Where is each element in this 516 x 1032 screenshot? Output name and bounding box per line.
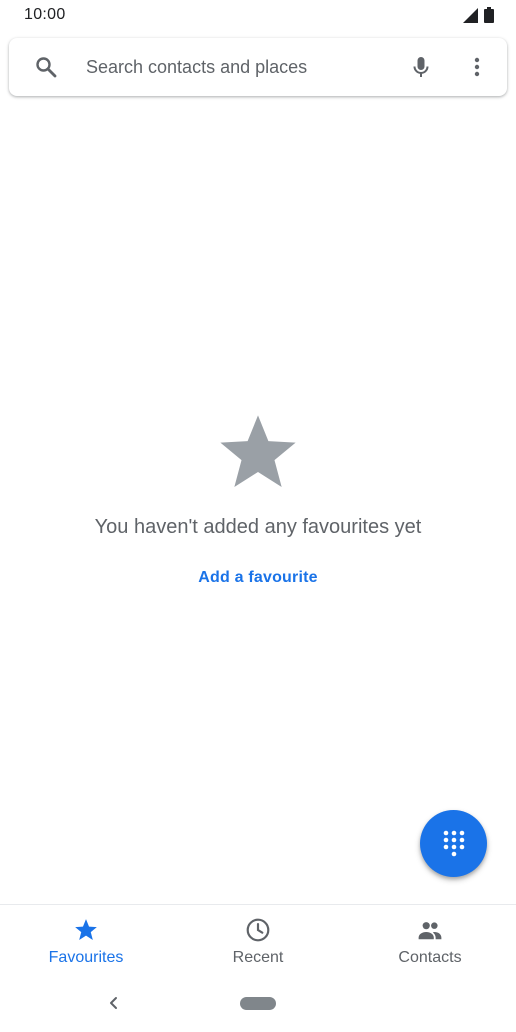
- search-bar[interactable]: Search contacts and places: [9, 38, 507, 96]
- clock-icon: [245, 917, 271, 943]
- empty-favourites-state: You haven't added any favourites yet Add…: [0, 410, 516, 587]
- search-icon[interactable]: [34, 55, 58, 79]
- phone-screen: 10:00 Search contacts and places You hav…: [0, 0, 516, 1032]
- tab-recent[interactable]: Recent: [172, 905, 344, 980]
- bottom-navigation: Favourites Recent Contacts: [0, 904, 516, 980]
- back-icon[interactable]: [105, 994, 123, 1012]
- people-icon: [417, 917, 443, 943]
- status-time: 10:00: [24, 6, 66, 23]
- tab-recent-label: Recent: [232, 949, 284, 966]
- tab-favourites[interactable]: Favourites: [0, 905, 172, 980]
- tab-contacts-label: Contacts: [398, 949, 462, 966]
- search-input[interactable]: Search contacts and places: [86, 38, 307, 96]
- home-button[interactable]: [240, 997, 276, 1010]
- mic-icon[interactable]: [409, 55, 433, 79]
- system-navigation-bar: [0, 980, 516, 1032]
- tab-contacts[interactable]: Contacts: [344, 905, 516, 980]
- dialpad-button[interactable]: [420, 810, 487, 877]
- more-vert-icon[interactable]: [465, 55, 489, 79]
- add-favourite-button[interactable]: Add a favourite: [198, 569, 317, 587]
- empty-message: You haven't added any favourites yet: [94, 516, 422, 538]
- star-icon: [73, 917, 99, 943]
- tab-favourites-label: Favourites: [48, 949, 124, 966]
- battery-icon: [484, 7, 494, 23]
- status-bar: 10:00: [0, 0, 516, 30]
- status-icons: [462, 7, 494, 23]
- signal-icon: [462, 7, 478, 23]
- star-icon: [215, 410, 301, 496]
- dialpad-icon: [442, 829, 466, 859]
